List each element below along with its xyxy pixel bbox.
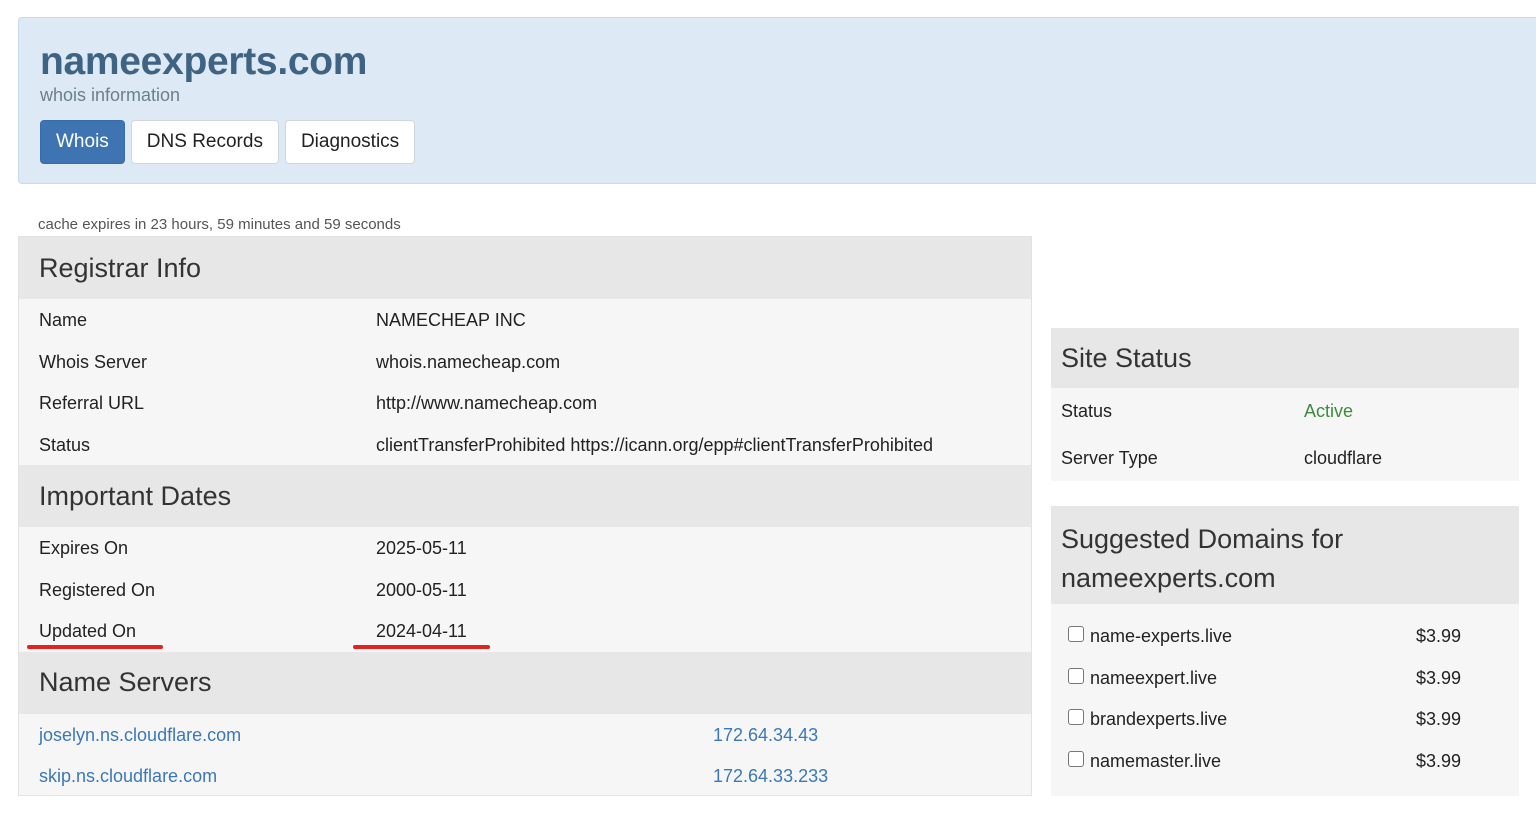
row-label: Status [39,434,91,455]
row-value: whois.namecheap.com [376,351,561,372]
suggested-domain-price: $3.99 [1416,626,1462,646]
list-item: name-experts.live $3.99 [1051,614,1519,656]
site-header: nameexperts.com whois information Whois … [18,17,1536,184]
table-row: Status Active [1051,388,1519,435]
row-value: cloudflare [1304,448,1383,468]
table-row: skip.ns.cloudflare.com 172.64.33.233 [19,755,1031,795]
site-status-heading: Site Status [1051,328,1519,388]
table-row: Status clientTransferProhibited https://… [19,424,1031,466]
name-server-ip-link[interactable]: 172.64.33.233 [713,766,828,787]
tab-dns-records[interactable]: DNS Records [130,120,279,164]
suggested-domain-price: $3.99 [1416,709,1462,729]
suggested-domains-panel: Suggested Domains for nameexperts.com na… [1051,506,1519,796]
table-row: Whois Server whois.namecheap.com [19,341,1031,383]
row-value: 2000-05-11 [376,579,467,600]
name-server-link[interactable]: skip.ns.cloudflare.com [39,766,217,787]
row-value: 2025-05-11 [376,538,467,558]
highlight-underline-label [27,645,163,649]
suggested-heading-line1: Suggested Domains for [1061,524,1344,554]
row-label: Status [1061,401,1113,421]
table-row: Registered On 2000-05-11 [19,569,1031,611]
tab-whois[interactable]: Whois [40,120,125,164]
name-server-ip-link[interactable]: 172.64.34.43 [713,725,818,746]
row-value: NAMECHEAP INC [376,310,526,330]
suggested-domain-name: namemaster.live [1090,750,1222,771]
suggested-domain-price: $3.99 [1416,667,1462,688]
suggested-domain-name: brandexperts.live [1090,709,1228,729]
site-title: nameexperts.com [40,40,368,83]
suggested-domain-name: nameexpert.live [1090,667,1218,688]
suggested-heading-line2: nameexperts.com [1061,563,1276,593]
suggested-domain-price: $3.99 [1416,750,1462,771]
row-label: Server Type [1061,448,1158,468]
row-value: http://www.namecheap.com [376,393,598,413]
row-label: Whois Server [39,351,148,372]
highlight-underline-value [353,645,490,649]
domain-checkbox[interactable] [1068,750,1084,767]
name-server-link[interactable]: joselyn.ns.cloudflare.com [39,725,241,746]
row-value: clientTransferProhibited https://icann.o… [376,434,933,455]
list-item: namemaster.live $3.99 [1051,739,1519,781]
list-item: brandexperts.live $3.99 [1051,697,1519,739]
tab-diagnostics[interactable]: Diagnostics [284,120,416,164]
important-dates-heading: Important Dates [19,465,1031,527]
row-label: Name [39,310,88,330]
registrar-info-heading: Registrar Info [19,237,1031,299]
table-row: Expires On 2025-05-11 [19,527,1031,569]
whois-panel: Registrar Info Name NAMECHEAP INC Whois … [18,236,1032,796]
row-label: Registered On [39,579,156,600]
site-subtitle: whois information [40,85,181,105]
table-row: Name NAMECHEAP INC [19,299,1031,341]
row-label: Expires On [39,538,129,558]
table-row: Referral URL http://www.namecheap.com [19,382,1031,424]
status-badge: Active [1304,401,1354,421]
suggested-domain-name: name-experts.live [1090,626,1233,646]
table-row: Server Type cloudflare [1051,435,1519,482]
site-status-panel: Site Status Status Active Server Type cl… [1051,328,1519,481]
row-value: 2024-04-11 [376,621,467,641]
tab-bar: Whois DNS Records Diagnostics [40,120,416,164]
suggested-domains-heading: Suggested Domains for nameexperts.com [1051,506,1519,604]
row-label: Referral URL [39,393,145,413]
row-label: Updated On [39,621,137,641]
table-row-updated-on: Updated On 2024-04-11 [19,610,1031,652]
domain-checkbox[interactable] [1068,626,1084,642]
list-item: nameexpert.live $3.99 [1051,656,1519,698]
domain-checkbox[interactable] [1068,667,1084,684]
name-servers-heading: Name Servers [19,651,1031,714]
table-row: joselyn.ns.cloudflare.com 172.64.34.43 [19,714,1031,756]
cache-notice: cache expires in 23 hours, 59 minutes an… [38,216,401,233]
domain-checkbox[interactable] [1068,709,1084,725]
